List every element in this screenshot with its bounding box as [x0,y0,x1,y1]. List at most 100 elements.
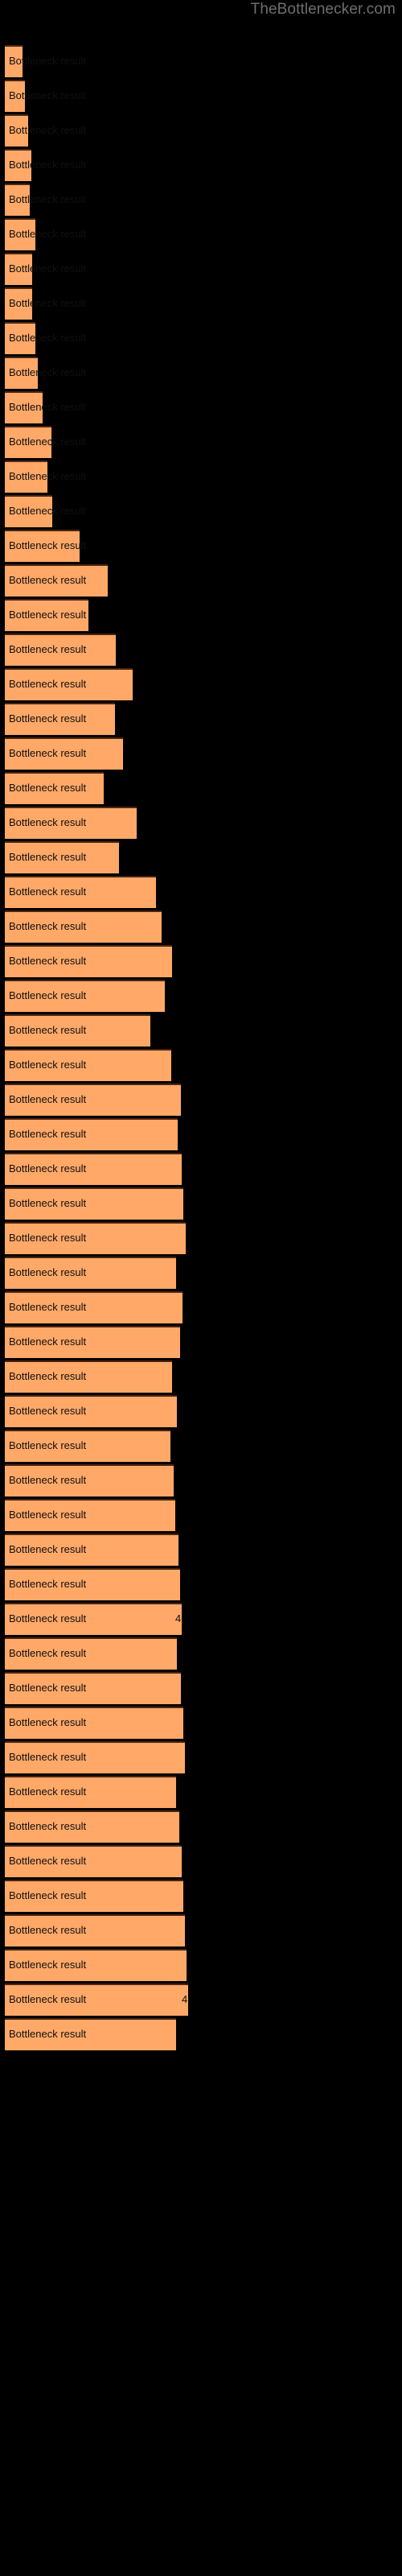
bar-row: Bottleneck result [0,1118,402,1150]
bar-row: Bottleneck result [0,1153,402,1185]
bar-row: Bottleneck result [0,564,402,597]
bar-segment [5,530,80,562]
bar-row: Bottleneck result 4 [0,1984,402,2016]
bar-row: Bottleneck result [0,668,402,700]
bar-segment [5,599,88,631]
bar-segment [5,1880,183,1912]
bar-segment [5,980,165,1012]
bar-segment [5,1084,181,1116]
bar-row: Bottleneck result [0,1534,402,1566]
bar-segment [5,668,133,700]
bar-segment [5,253,32,285]
bar-segment [5,2018,176,2050]
bar-segment [5,1395,177,1427]
bar-row: Bottleneck result 4 [0,1603,402,1635]
bar-row: Bottleneck result [0,1360,402,1393]
bar-segment [5,1534,178,1566]
bar-row: Bottleneck result [0,253,402,285]
bar-row: Bottleneck result [0,1014,402,1046]
bar-segment [5,1049,171,1081]
bar-segment [5,1291,183,1323]
bar-segment [5,1568,180,1600]
bar-row: Bottleneck result [0,1084,402,1116]
bar-segment [5,80,25,112]
bar-row: Bottleneck result [0,495,402,527]
bar-row: Bottleneck result [0,1914,402,1946]
bar-segment [5,841,119,873]
bar-segment [5,426,51,458]
bar-row: Bottleneck result [0,703,402,735]
bar-row: Bottleneck result [0,1672,402,1704]
bar-segment [5,910,162,943]
bar-segment [5,1810,179,1843]
bar-segment [5,357,38,389]
bar-segment [5,876,156,908]
bar-row: Bottleneck result [0,1845,402,1877]
bar-row: Bottleneck result [0,634,402,666]
bar-row: Bottleneck result [0,1810,402,1843]
bar-segment [5,1499,175,1531]
bar-row: Bottleneck result [0,426,402,458]
bar-segment [5,1430,170,1462]
bar-row: Bottleneck result [0,807,402,839]
bar-segment [5,772,104,804]
bar-segment [5,287,32,320]
bar-segment [5,1014,150,1046]
bar-row: Bottleneck result [0,1326,402,1358]
bar-row: Bottleneck result [0,1568,402,1600]
bar-row: Bottleneck result [0,1464,402,1496]
bar-segment [5,1257,176,1289]
bar-segment [5,1776,176,1808]
bar-segment [5,1707,183,1739]
bar-segment [5,1845,182,1877]
bar-segment [5,945,172,977]
bar-segment [5,45,23,77]
bar-segment [5,184,30,216]
bar-segment [5,1741,185,1773]
bar-row: Bottleneck result [0,45,402,77]
bars-layer: Bottleneck result Bottleneck result Bottle… [0,0,402,2576]
bar-segment [5,1464,174,1496]
bar-segment [5,218,35,250]
bar-row: Bottleneck result [0,1741,402,1773]
bar-row: Bottleneck result [0,599,402,631]
bar-row: Bottleneck result [0,1430,402,1462]
bar-row: Bottleneck result [0,1187,402,1220]
bar-row: Bottleneck result [0,945,402,977]
bar-row: Bottleneck result [0,114,402,147]
bar-segment [5,564,108,597]
bar-row: Bottleneck result [0,460,402,493]
bar-row: Bottleneck result [0,772,402,804]
bar-segment [5,460,47,493]
bar-row: Bottleneck result [0,218,402,250]
bar-row: Bottleneck result [0,1222,402,1254]
bar-segment [5,1360,172,1393]
bar-segment [5,495,52,527]
bar-row: Bottleneck result [0,1291,402,1323]
bar-segment [5,1637,177,1670]
bar-row: Bottleneck result [0,1707,402,1739]
bar-row: Bottleneck result [0,841,402,873]
bar-row: Bottleneck result [0,1499,402,1531]
bar-segment [5,149,31,181]
bar-segment [5,737,123,770]
bar-row: Bottleneck result [0,910,402,943]
bar-row: Bottleneck result [0,1949,402,1981]
bar-segment [5,322,35,354]
bar-row: Bottleneck result [0,2018,402,2050]
bar-segment [5,1949,187,1981]
bar-row: Bottleneck result [0,876,402,908]
bar-row: Bottleneck result [0,1880,402,1912]
bar-segment [5,1118,178,1150]
bar-segment [5,1153,182,1185]
bar-segment [5,634,116,666]
bar-row: Bottleneck result [0,322,402,354]
bar-segment [5,1984,188,2016]
bar-segment [5,1326,180,1358]
bar-segment [5,1222,186,1254]
bar-segment [5,807,137,839]
bar-row: Bottleneck result [0,530,402,562]
bar-segment [5,1672,181,1704]
bar-row: Bottleneck result [0,184,402,216]
bar-segment [5,114,28,147]
